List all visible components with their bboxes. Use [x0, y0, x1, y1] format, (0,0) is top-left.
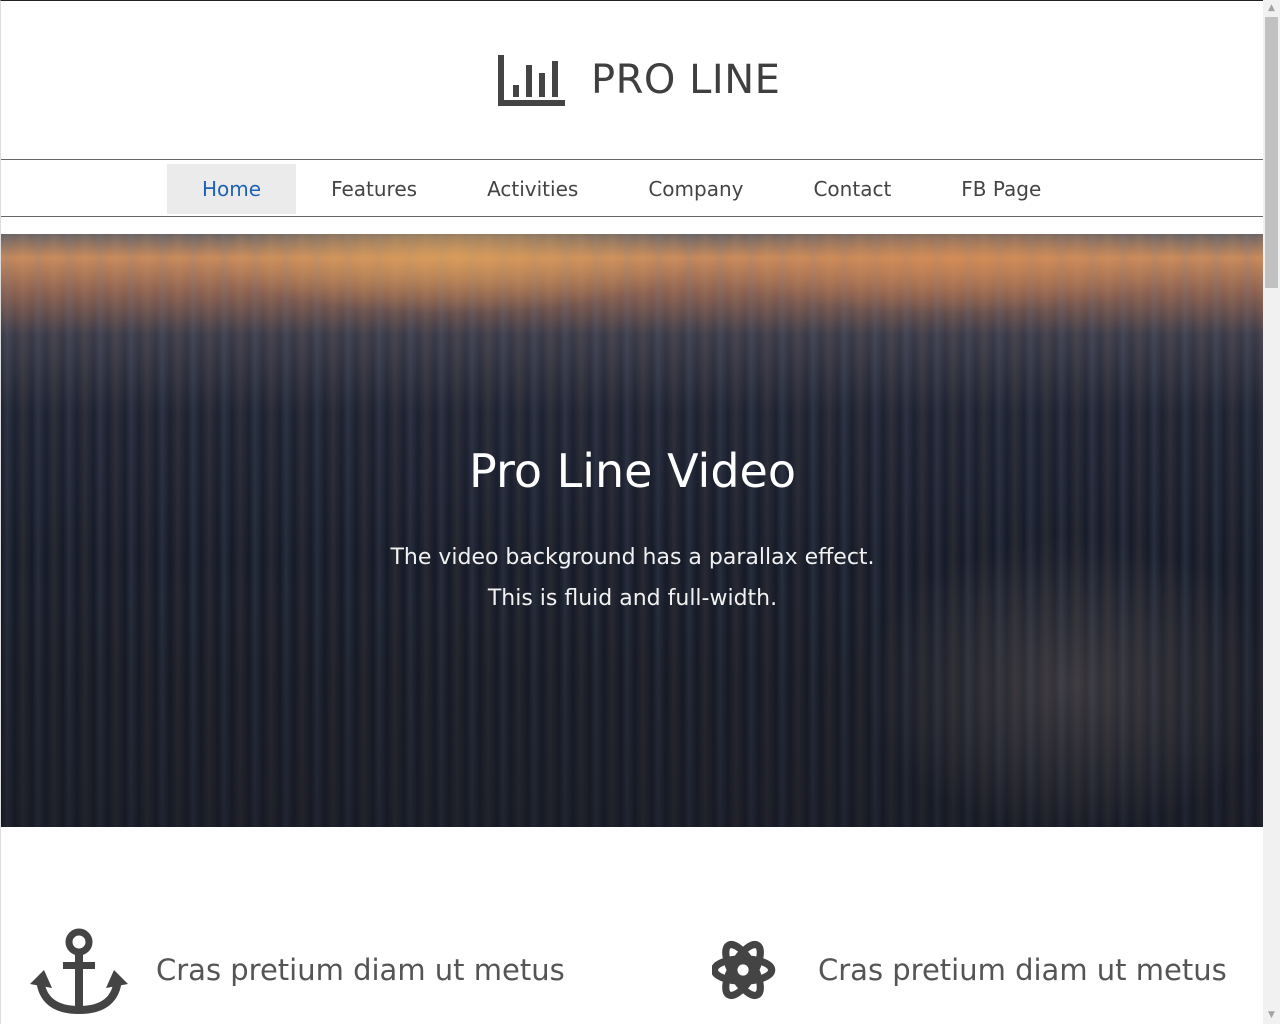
- page-scrollbar[interactable]: ▲ ▼: [1263, 0, 1280, 1024]
- nav-item-home[interactable]: Home: [167, 164, 297, 214]
- nav-item-contact[interactable]: Contact: [778, 164, 926, 214]
- scrollbar-thumb[interactable]: [1265, 17, 1278, 288]
- nav-item-features[interactable]: Features: [296, 164, 452, 214]
- hero-background-glow: [201, 234, 701, 314]
- feature-item: Cras pretium diam ut metus: [30, 926, 565, 1014]
- feature-item: Cras pretium diam ut metus: [712, 926, 1227, 1014]
- hero-subtitle-line2: This is fluid and full-width.: [487, 586, 778, 611]
- nav-item-activities[interactable]: Activities: [452, 164, 613, 214]
- hero-subtitle-line1: The video background has a parallax effe…: [390, 545, 875, 570]
- feature-title: Cras pretium diam ut metus: [156, 953, 565, 987]
- brand-name: PRO LINE: [591, 57, 781, 103]
- site-logo[interactable]: PRO LINE: [497, 51, 780, 109]
- main-nav: Home Features Activities Company Contact…: [1, 159, 1263, 217]
- anchor-icon: [30, 928, 128, 1014]
- scroll-down-icon[interactable]: ▼: [1263, 1007, 1280, 1024]
- nav-item-company[interactable]: Company: [613, 164, 778, 214]
- atom-icon: [712, 940, 776, 1000]
- hero-title: Pro Line Video: [469, 444, 796, 498]
- bar-chart-icon: [498, 55, 565, 106]
- page: PRO LINE Home Features Activities Compan…: [0, 0, 1263, 1024]
- nav-list: Home Features Activities Company Contact…: [167, 164, 1076, 214]
- hero-background-glow: [701, 234, 1201, 314]
- nav-item-fb-page[interactable]: FB Page: [926, 164, 1076, 214]
- feature-title: Cras pretium diam ut metus: [818, 953, 1227, 987]
- site-header: PRO LINE: [1, 1, 1263, 159]
- hero-background-glow: [861, 534, 1263, 827]
- scroll-up-icon[interactable]: ▲: [1263, 0, 1280, 17]
- hero-video-section: Pro Line Video The video background has …: [1, 234, 1263, 827]
